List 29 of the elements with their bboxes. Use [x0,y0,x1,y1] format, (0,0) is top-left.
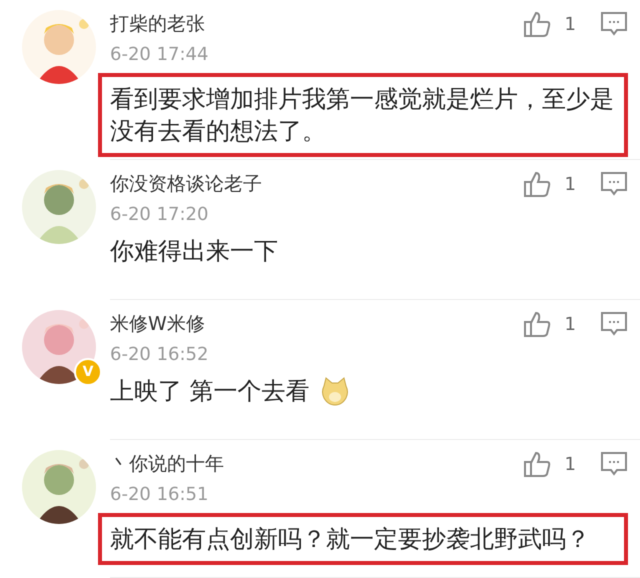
comment-icon [600,451,628,477]
user-name: 打柴的老张 [110,12,206,37]
comment-icon [600,11,628,37]
comment-time: 6-20 16:52 [110,344,210,365]
comment-text: 就不能有点创新吗？就一定要抄袭北野武吗？ [110,524,590,555]
reply-button[interactable] [600,11,628,37]
like-button[interactable]: 1 [522,450,576,478]
user-name: 你没资格谈论老子 [110,172,263,197]
comment-time: 6-20 17:44 [110,44,210,65]
comment-icon [600,171,628,197]
comment-icon [600,311,628,337]
like-button[interactable]: 1 [522,10,576,38]
thumbs-up-icon [522,450,551,478]
reply-button[interactable] [600,311,628,337]
user-name: 丶你说的十年 [110,452,225,477]
comment-time: 6-20 16:51 [110,484,210,505]
reply-button[interactable] [600,171,628,197]
comment-time: 6-20 17:20 [110,204,210,225]
thumbs-up-icon [522,170,551,198]
thumbs-up-icon [522,310,551,338]
verified-badge: V [74,358,102,386]
comment-text: 你难得出来一下 [110,236,278,267]
like-button[interactable]: 1 [522,310,576,338]
like-button[interactable]: 1 [522,170,576,198]
comment-text: 看到要求增加排片我第一感觉就是烂片，至少是没有去看的想法了。 [110,84,615,147]
user-name: 米修W米修 [110,312,206,337]
reply-button[interactable] [600,451,628,477]
comment-text: 上映了 第一个去看 [110,376,310,407]
thumbs-up-icon [522,10,551,38]
